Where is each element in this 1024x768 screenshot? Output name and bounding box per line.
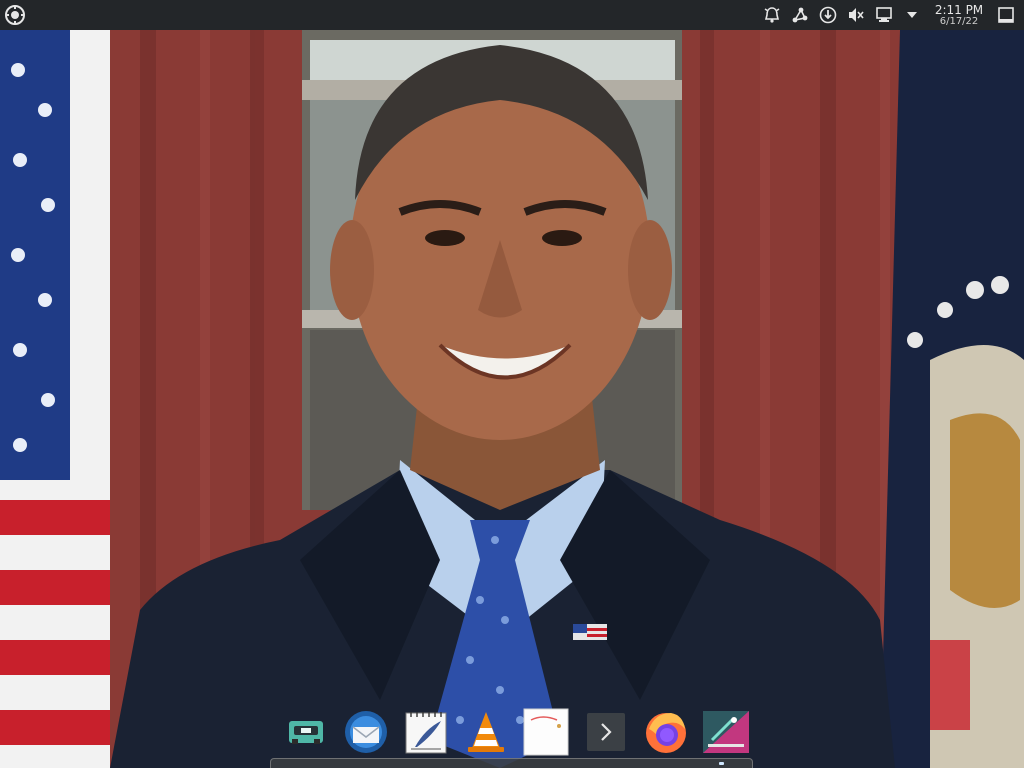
clock-date: 6/17/22 [939, 15, 979, 27]
envelope-globe-icon [345, 711, 387, 753]
cassette-icon [289, 721, 323, 744]
top-panel: 2:11 PM 6/17/22 [0, 0, 1024, 30]
clock-time: 2:11 PM [934, 2, 984, 17]
alarm-bell-icon[interactable] [761, 4, 783, 26]
paper-icon [523, 708, 569, 756]
desktop-wallpaper [0, 0, 1024, 768]
notepad-feather-icon [405, 712, 447, 754]
dock-item-image-viewer[interactable] [521, 707, 571, 757]
store-icon [703, 711, 749, 753]
dock-item-text-editor[interactable] [401, 707, 451, 757]
dock-item-firefox[interactable] [641, 707, 691, 757]
traffic-cone-icon [468, 712, 504, 752]
system-tray: 2:11 PM 6/17/22 [758, 0, 1024, 30]
dock-item-software-center[interactable] [701, 707, 751, 757]
show-desktop-icon[interactable] [996, 5, 1016, 25]
volume-muted-icon[interactable] [845, 4, 867, 26]
dock-item-terminal[interactable] [581, 707, 631, 757]
dock-item-mail-client[interactable] [341, 707, 391, 757]
digital-clock[interactable]: 2:11 PM 6/17/22 [932, 4, 986, 27]
network-wired-icon[interactable] [873, 4, 895, 26]
app-launcher-gear-icon[interactable] [4, 4, 26, 26]
firefox-icon [646, 713, 686, 753]
wallpaper-illustration [0, 30, 1024, 768]
dock-item-vlc-player[interactable] [461, 707, 511, 757]
updates-icon[interactable] [817, 4, 839, 26]
active-app-indicator [719, 762, 724, 765]
terminal-chevron-icon [587, 713, 625, 751]
expand-tray-arrow-icon[interactable] [901, 4, 923, 26]
dock [276, 704, 756, 760]
dock-item-tape-recorder[interactable] [281, 707, 331, 757]
kde-connect-icon[interactable] [789, 4, 811, 26]
